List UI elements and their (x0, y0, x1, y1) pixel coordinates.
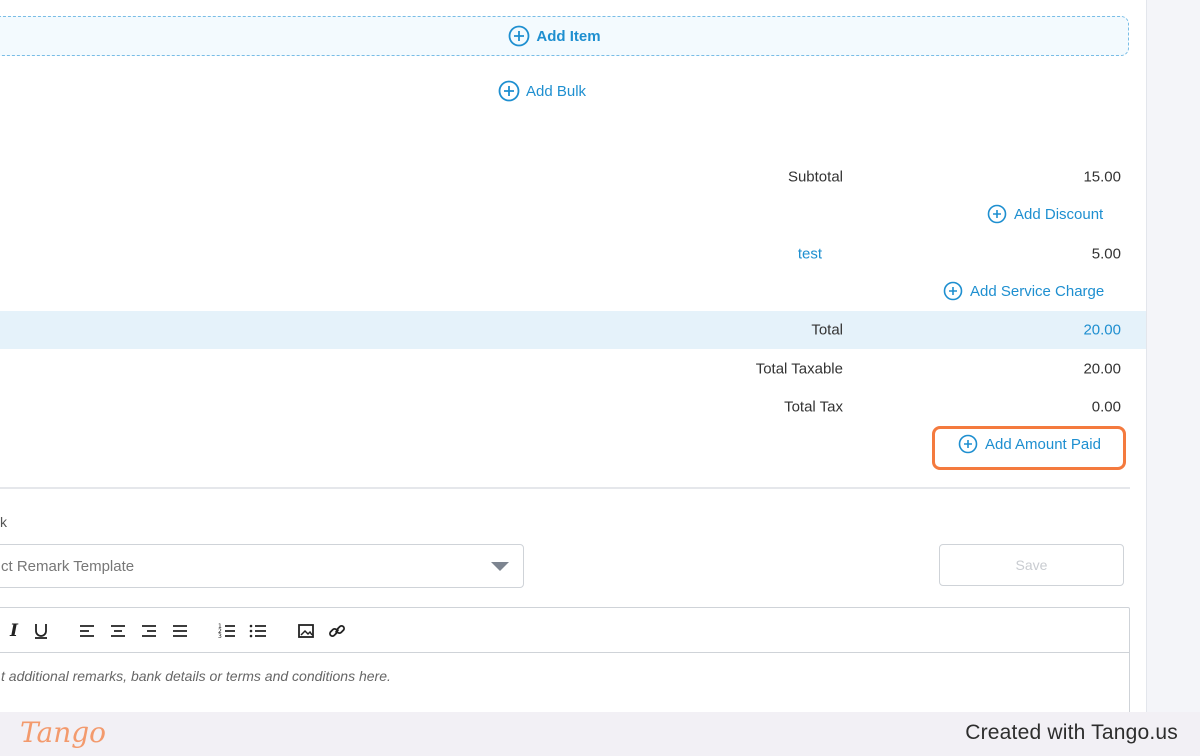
subtotal-row: Subtotal 15.00 (0, 158, 1146, 196)
add-bulk-label: Add Bulk (526, 82, 587, 100)
created-with-text: Created with Tango.us (965, 721, 1178, 744)
add-amount-paid-label: Add Amount Paid (985, 435, 1101, 453)
underline-icon[interactable] (30, 620, 52, 642)
service-charge-row: test 5.00 (0, 235, 1146, 273)
invoice-page: Add Item Add Bulk Subtotal 15.00 Add Dis… (0, 0, 1147, 712)
align-center-icon[interactable] (107, 620, 129, 642)
image-icon[interactable] (295, 620, 317, 642)
service-charge-name-link[interactable]: test (798, 246, 822, 263)
footer-bar: Tango Created with Tango.us (0, 712, 1200, 756)
bullet-list-icon[interactable] (247, 620, 269, 642)
total-taxable-value: 20.00 (1083, 360, 1121, 378)
plus-circle-icon (498, 80, 520, 102)
align-justify-icon[interactable] (169, 620, 191, 642)
section-divider (0, 487, 1130, 489)
tango-logo: Tango (20, 716, 107, 749)
editor-placeholder: t additional remarks, bank details or te… (1, 668, 391, 684)
add-item-area[interactable]: Add Item (0, 16, 1129, 56)
align-left-icon[interactable] (76, 620, 98, 642)
service-charge-value: 5.00 (1091, 245, 1121, 263)
plus-circle-icon (942, 280, 964, 302)
add-amount-paid-button[interactable]: Add Amount Paid (957, 433, 1101, 455)
editor-toolbar: I 123 (0, 608, 1129, 653)
add-bulk-button[interactable]: Add Bulk (498, 80, 586, 102)
subtotal-value: 15.00 (1083, 168, 1121, 186)
total-taxable-row: Total Taxable 20.00 (0, 350, 1146, 388)
subtotal-label: Subtotal (787, 168, 843, 186)
add-item-button[interactable]: Add Item (508, 25, 601, 47)
plus-circle-icon (957, 433, 979, 455)
remark-editor[interactable]: I 123 t additional remarks, bank details… (0, 607, 1130, 712)
remark-template-select[interactable]: ct Remark Template (0, 544, 524, 588)
total-tax-value: 0.00 (1091, 398, 1121, 416)
align-right-icon[interactable] (138, 620, 160, 642)
remark-template-placeholder: ct Remark Template (1, 557, 135, 575)
add-item-label: Add Item (536, 27, 601, 45)
total-label: Total (811, 321, 843, 339)
add-service-charge-button[interactable]: Add Service Charge (942, 280, 1104, 302)
save-button[interactable]: Save (939, 544, 1124, 586)
total-tax-row: Total Tax 0.00 (0, 388, 1146, 426)
add-discount-button[interactable]: Add Discount (986, 203, 1103, 225)
add-service-charge-label: Add Service Charge (970, 282, 1105, 300)
total-row: Total 20.00 (0, 311, 1146, 349)
add-discount-label: Add Discount (1014, 205, 1104, 223)
remark-label: k (0, 514, 7, 530)
total-taxable-label: Total Taxable (755, 360, 843, 378)
plus-circle-icon (508, 25, 530, 47)
chevron-down-icon[interactable] (491, 562, 509, 571)
total-value: 20.00 (1083, 321, 1121, 339)
plus-circle-icon (986, 203, 1008, 225)
total-tax-label: Total Tax (784, 398, 843, 416)
svg-text:3: 3 (218, 633, 222, 640)
italic-icon[interactable]: I (3, 620, 25, 642)
link-icon[interactable] (326, 620, 348, 642)
ordered-list-icon[interactable]: 123 (216, 620, 238, 642)
